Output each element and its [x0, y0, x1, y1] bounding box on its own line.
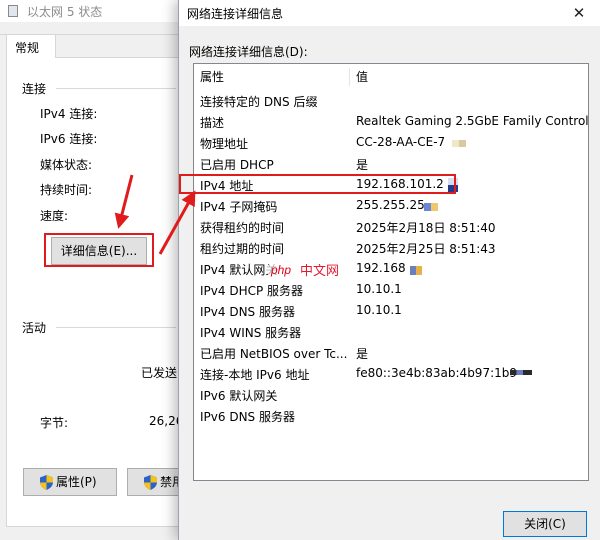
row-value: Realtek Gaming 2.5GbE Family Controller — [356, 114, 589, 128]
list-row[interactable]: 描述 Realtek Gaming 2.5GbE Family Controlle… — [194, 111, 588, 132]
network-adapter-icon — [8, 5, 18, 17]
properties-button-label: 属性(P) — [56, 475, 97, 489]
connection-separator — [56, 88, 176, 89]
column-header-value[interactable]: 值 — [350, 64, 588, 90]
mosaic-redaction — [424, 203, 438, 211]
row-value: 2025年2月18日 8:51:40 — [356, 221, 496, 235]
row-value: 192.168 — [356, 261, 406, 275]
row-property: 描述 — [200, 116, 225, 130]
list-row[interactable]: IPv6 默认网关 — [194, 384, 588, 405]
network-connection-details-dialog: 网络连接详细信息 ✕ 网络连接详细信息(D): 属性 值 连接特定的 DNS 后… — [178, 0, 600, 540]
row-property: 已启用 NetBIOS over Tc... — [200, 347, 348, 361]
ipv6-connection-label: IPv6 连接: — [40, 132, 98, 146]
list-row[interactable]: 已启用 NetBIOS over Tc... 是 — [194, 342, 588, 363]
row-property: 获得租约的时间 — [200, 221, 285, 235]
mosaic-redaction — [452, 140, 466, 147]
list-header: 属性 值 — [194, 64, 588, 90]
ipv4-address-highlight — [179, 174, 456, 194]
watermark-brand: php — [270, 263, 291, 277]
list-row[interactable]: 已启用 DHCP 是 — [194, 153, 588, 174]
details-list[interactable]: 属性 值 连接特定的 DNS 后缀 描述 Realtek Gaming 2.5Gb… — [193, 63, 589, 481]
watermark-text: 中文网 — [300, 264, 339, 279]
details-caption: 网络连接详细信息(D): — [189, 45, 308, 59]
row-property: 已启用 DHCP — [200, 158, 274, 172]
list-row[interactable]: IPv4 子网掩码 255.255.25 — [194, 195, 588, 216]
list-row[interactable]: 连接特定的 DNS 后缀 — [194, 90, 588, 111]
tab-general[interactable]: 常规 — [6, 34, 56, 58]
close-button[interactable]: 关闭(C) — [503, 511, 587, 537]
row-property: IPv4 子网掩码 — [200, 200, 278, 214]
row-property: IPv6 DNS 服务器 — [200, 410, 295, 424]
uac-shield-icon — [40, 475, 53, 490]
php-cn-watermark: php 中文网 — [266, 261, 339, 279]
ipv4-connection-label: IPv4 连接: — [40, 107, 98, 121]
list-row[interactable]: 租约过期的时间 2025年2月25日 8:51:43 — [194, 237, 588, 258]
list-row[interactable]: IPv4 默认网关 192.168 — [194, 258, 588, 279]
row-value: CC-28-AA-CE-7 — [356, 135, 446, 149]
row-property: 连接-本地 IPv6 地址 — [200, 368, 310, 382]
row-value: 是 — [356, 347, 369, 361]
column-header-property[interactable]: 属性 — [194, 64, 349, 90]
list-row[interactable]: IPv4 WINS 服务器 — [194, 321, 588, 342]
row-property: 租约过期的时间 — [200, 242, 285, 256]
mosaic-redaction — [510, 370, 532, 375]
mosaic-redaction — [410, 266, 422, 275]
row-value: 2025年2月25日 8:51:43 — [356, 242, 496, 256]
list-row[interactable]: IPv4 DNS 服务器 10.10.1 — [194, 300, 588, 321]
list-row[interactable]: 获得租约的时间 2025年2月18日 8:51:40 — [194, 216, 588, 237]
uac-shield-icon — [144, 475, 157, 490]
row-property: IPv6 默认网关 — [200, 389, 278, 403]
row-value: 10.10.1 — [356, 303, 402, 317]
list-row[interactable]: IPv4 DHCP 服务器 10.10.1 — [194, 279, 588, 300]
duration-label: 持续时间: — [40, 183, 93, 197]
row-property: IPv4 DNS 服务器 — [200, 305, 295, 319]
status-window-title: 以太网 5 状态 — [27, 5, 103, 19]
row-property: 连接特定的 DNS 后缀 — [200, 95, 318, 109]
row-value: 255.255.25 — [356, 198, 425, 212]
row-property: 物理地址 — [200, 137, 249, 151]
media-state-label: 媒体状态: — [40, 158, 93, 172]
row-value: 10.10.1 — [356, 282, 402, 296]
sent-label: 已发送 — [141, 366, 178, 380]
properties-button[interactable]: 属性(P) — [23, 468, 117, 496]
row-value: fe80::3e4b:83ab:4b97:1b9 — [356, 366, 518, 380]
activity-section-label: 活动 — [22, 321, 47, 335]
row-property: IPv4 WINS 服务器 — [200, 326, 302, 340]
details-button[interactable]: 详细信息(E)... — [51, 237, 147, 265]
connection-section-label: 连接 — [22, 82, 47, 96]
speed-label: 速度: — [40, 209, 69, 223]
dialog-title: 网络连接详细信息 — [187, 7, 284, 21]
close-icon[interactable]: ✕ — [557, 0, 600, 26]
activity-separator — [56, 327, 176, 328]
list-row[interactable]: IPv6 DNS 服务器 — [194, 405, 588, 426]
row-value: 是 — [356, 158, 369, 172]
row-property: IPv4 DHCP 服务器 — [200, 284, 304, 298]
bytes-label: 字节: — [40, 416, 69, 430]
list-row[interactable]: 物理地址 CC-28-AA-CE-7 — [194, 132, 588, 153]
details-titlebar: 网络连接详细信息 ✕ — [179, 0, 600, 26]
